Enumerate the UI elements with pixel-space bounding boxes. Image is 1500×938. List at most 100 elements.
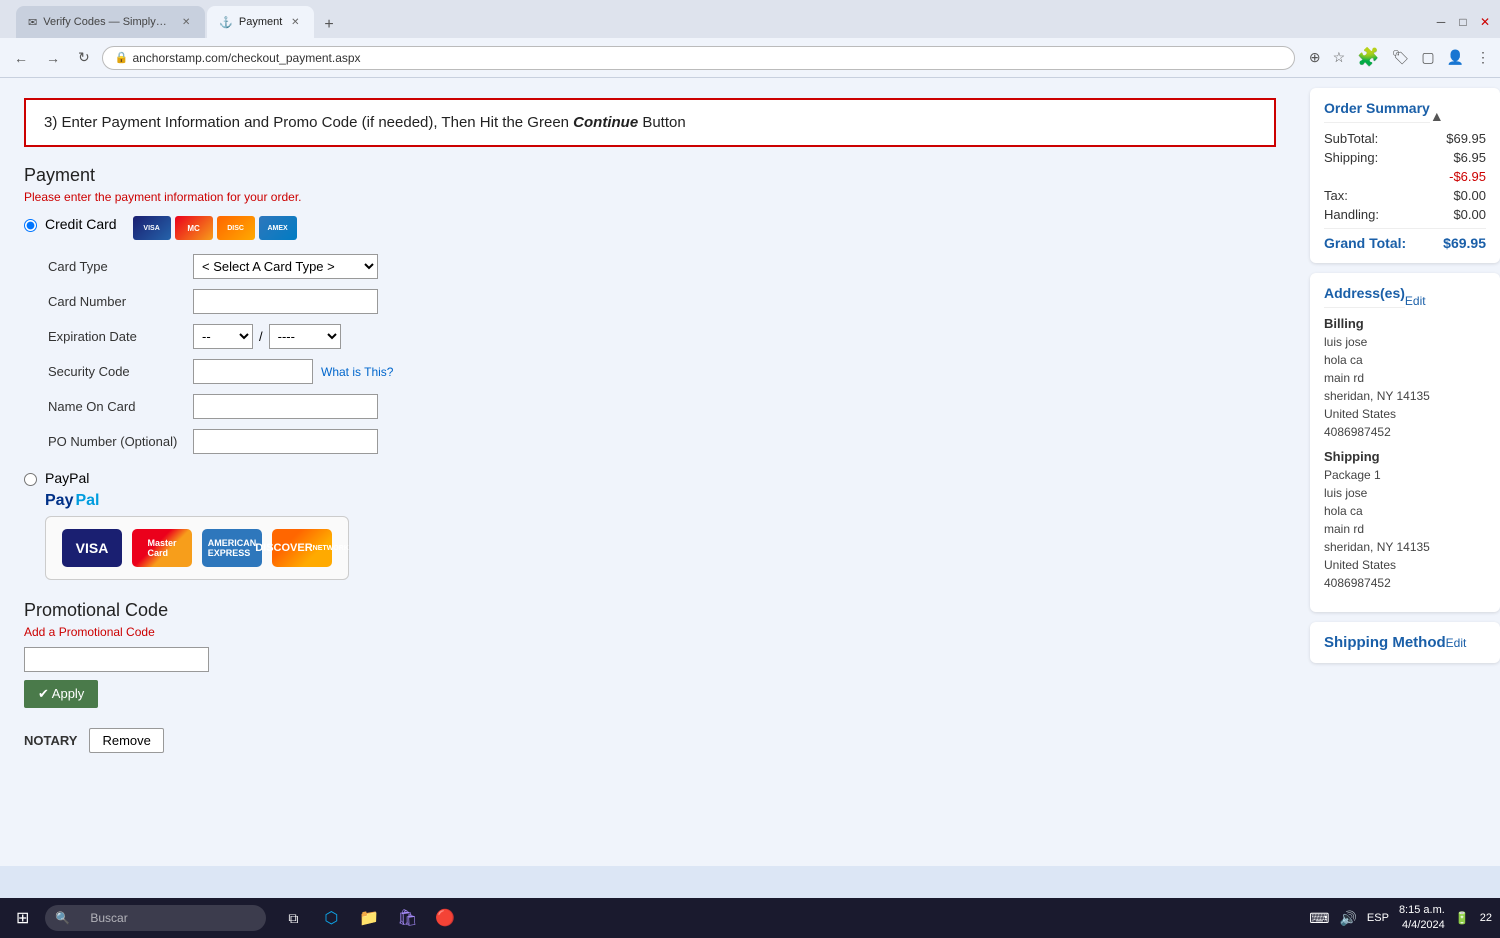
- order-summary-collapse-btn[interactable]: ▲: [1430, 108, 1444, 124]
- tab-close-verify[interactable]: ✕: [179, 15, 193, 29]
- paypal-label[interactable]: PayPal: [45, 470, 349, 486]
- taskbar-time-display: 8:15 a.m.: [1399, 903, 1445, 918]
- card-type-select[interactable]: < Select A Card Type > Visa MasterCard D…: [193, 254, 378, 279]
- volume-icon: 🔊: [1339, 910, 1356, 927]
- tax-row: Tax: $0.00: [1324, 188, 1486, 203]
- payment-section-title: Payment: [24, 165, 1276, 186]
- addresses-header: Address(es) Edit: [1324, 285, 1486, 316]
- order-summary-header: Order Summary ▲: [1324, 100, 1486, 131]
- handling-label: Handling:: [1324, 207, 1379, 222]
- card-number-input[interactable]: [193, 289, 378, 314]
- taskbar-search-input[interactable]: [76, 907, 256, 929]
- apply-button[interactable]: ✔ Apply: [24, 680, 98, 708]
- po-number-label: PO Number (Optional): [48, 434, 193, 449]
- back-button[interactable]: ←: [8, 47, 34, 69]
- chrome-icon[interactable]: 🔴: [430, 903, 460, 933]
- tab-title-payment: Payment: [239, 16, 282, 28]
- exp-separator: /: [259, 329, 263, 344]
- bookmark-icon[interactable]: ☆: [1331, 47, 1348, 68]
- expiration-date-label: Expiration Date: [48, 329, 193, 344]
- tab-verify-codes[interactable]: ✉ Verify Codes — SimplyCodes ✕: [16, 6, 205, 38]
- sidebar: Order Summary ▲ SubTotal: $69.95 Shippin…: [1300, 78, 1500, 866]
- task-view-icon[interactable]: ⧉: [278, 903, 308, 933]
- handling-value: $0.00: [1453, 207, 1486, 222]
- credit-card-form: Card Type < Select A Card Type > Visa Ma…: [48, 254, 1276, 454]
- start-button[interactable]: ⊞: [8, 904, 37, 932]
- shipping-row: Shipping: $6.95: [1324, 150, 1486, 165]
- close-button[interactable]: ✕: [1478, 15, 1492, 29]
- taskbar-app-icons: ⧉ ⬡ 📁 🛍 🔴: [278, 903, 460, 933]
- forward-button[interactable]: →: [40, 47, 66, 69]
- keyboard-icon: ⌨: [1309, 910, 1329, 927]
- extension-icon1[interactable]: 🧩: [1355, 45, 1381, 70]
- shipping-city-state-zip: sheridan, NY 14135: [1324, 538, 1486, 556]
- url-text: anchorstamp.com/checkout_payment.aspx: [132, 51, 360, 65]
- billing-city-state-zip: sheridan, NY 14135: [1324, 387, 1486, 405]
- minimize-button[interactable]: ─: [1434, 15, 1448, 29]
- browser-chrome: ✉ Verify Codes — SimplyCodes ✕ ⚓ Payment…: [0, 0, 1500, 78]
- tab-title-verify: Verify Codes — SimplyCodes: [43, 16, 173, 28]
- paypal-logo: PayPal: [45, 492, 349, 510]
- handling-row: Handling: $0.00: [1324, 207, 1486, 222]
- shipping-discount-value: -$6.95: [1449, 169, 1486, 184]
- paypal-logo-pp: Pay: [45, 492, 73, 510]
- shipping-value: $6.95: [1453, 150, 1486, 165]
- addresses-edit-link[interactable]: Edit: [1405, 294, 1426, 308]
- store-icon[interactable]: 🛍: [392, 903, 422, 933]
- credit-card-radio[interactable]: [24, 219, 37, 232]
- mastercard-icon: MC: [175, 216, 213, 240]
- paypal-cards-box: VISA MasterCard AMERICANEXPRESS DISCOVER…: [45, 516, 349, 580]
- shipping-phone: 4086987452: [1324, 574, 1486, 592]
- name-on-card-input[interactable]: [193, 394, 378, 419]
- credit-card-label[interactable]: Credit Card: [45, 216, 117, 232]
- exp-month-select[interactable]: -- 01020304 05060708 09101112: [193, 324, 253, 349]
- grand-total-row: Grand Total: $69.95: [1324, 235, 1486, 251]
- tab-payment[interactable]: ⚓ Payment ✕: [207, 6, 314, 38]
- billing-name: luis jose: [1324, 333, 1486, 351]
- tab-bar: ✉ Verify Codes — SimplyCodes ✕ ⚓ Payment…: [8, 6, 1434, 38]
- tax-label: Tax:: [1324, 188, 1348, 203]
- billing-phone: 4086987452: [1324, 423, 1486, 441]
- taskbar-clock: 8:15 a.m. 4/4/2024: [1399, 903, 1445, 934]
- extension-icon2[interactable]: 🏷: [1390, 47, 1412, 68]
- paypal-logo-pal: Pal: [75, 492, 99, 510]
- applied-promo-code: NOTARY: [24, 733, 77, 748]
- battery-level: 22: [1480, 912, 1492, 924]
- card-number-label: Card Number: [48, 294, 193, 309]
- menu-icon[interactable]: ⋮: [1474, 47, 1492, 68]
- subtotal-row: SubTotal: $69.95: [1324, 131, 1486, 146]
- url-bar[interactable]: 🔒 anchorstamp.com/checkout_payment.aspx: [102, 46, 1295, 70]
- tab-close-payment[interactable]: ✕: [288, 15, 302, 29]
- paypal-radio[interactable]: [24, 473, 37, 486]
- remove-promo-button[interactable]: Remove: [89, 728, 163, 753]
- shipping-address2: main rd: [1324, 520, 1486, 538]
- main-content: 3) Enter Payment Information and Promo C…: [0, 78, 1300, 866]
- shipping-method-edit-link[interactable]: Edit: [1446, 636, 1467, 650]
- nav-icons: ⊕ ☆ 🧩 🏷 ▢ 👤 ⋮: [1307, 45, 1492, 70]
- grand-total-label: Grand Total:: [1324, 235, 1406, 251]
- security-code-input[interactable]: [193, 359, 313, 384]
- reload-button[interactable]: ↻: [72, 46, 96, 69]
- exp-year-select[interactable]: ---- 2024202520262027 202820292030: [269, 324, 341, 349]
- promo-code-input[interactable]: [24, 647, 209, 672]
- shipping-label: Shipping:: [1324, 150, 1378, 165]
- security-code-label: Security Code: [48, 364, 193, 379]
- edge-icon[interactable]: ⬡: [316, 903, 346, 933]
- what-is-this-link[interactable]: What is This?: [321, 365, 393, 379]
- maximize-button[interactable]: □: [1456, 15, 1470, 29]
- subtotal-value: $69.95: [1446, 131, 1486, 146]
- split-view-icon[interactable]: ▢: [1419, 47, 1436, 68]
- po-number-input[interactable]: [193, 429, 378, 454]
- profile-icon[interactable]: 👤: [1445, 47, 1466, 68]
- addresses-title: Address(es): [1324, 285, 1405, 308]
- new-tab-button[interactable]: +: [316, 12, 341, 38]
- card-type-row: Card Type < Select A Card Type > Visa Ma…: [48, 254, 1276, 279]
- shipping-address: Package 1 luis jose hola ca main rd sher…: [1324, 466, 1486, 592]
- explorer-icon[interactable]: 📁: [354, 903, 384, 933]
- screen-reader-icon[interactable]: ⊕: [1307, 47, 1323, 68]
- discover-icon: DISC: [217, 216, 255, 240]
- card-type-label: Card Type: [48, 259, 193, 274]
- expiration-date-row: Expiration Date -- 01020304 05060708 091…: [48, 324, 1276, 349]
- paypal-content: PayPal PayPal VISA MasterCard AMERICANEX…: [45, 470, 349, 580]
- billing-address: luis jose hola ca main rd sheridan, NY 1…: [1324, 333, 1486, 441]
